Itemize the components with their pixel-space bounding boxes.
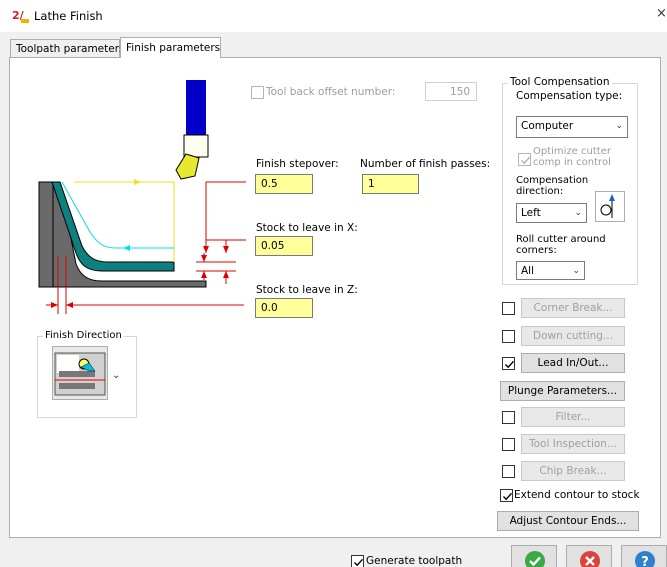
filter-button[interactable]: Filter...	[521, 407, 625, 427]
optimize-cutter-comp-checkbox[interactable]	[518, 153, 531, 166]
finish-passes-label: Number of finish passes:	[360, 158, 491, 170]
down-cutting-checkbox[interactable]	[502, 330, 515, 343]
lead-in-out-checkbox[interactable]	[502, 357, 515, 370]
ok-button[interactable]	[511, 545, 557, 567]
filter-checkbox[interactable]	[502, 411, 515, 424]
adjust-contour-ends-button[interactable]: Adjust Contour Ends...	[497, 511, 639, 531]
compensation-direction-label: Compensation direction:	[516, 175, 589, 197]
generate-toolpath-label: Generate toolpath	[366, 555, 463, 567]
tool-inspection-button[interactable]: Tool Inspection...	[521, 434, 625, 454]
finish-direction-icon	[54, 352, 106, 396]
tool-back-offset-label: Tool back offset number:	[266, 86, 396, 98]
cancel-button[interactable]	[566, 545, 612, 567]
cancel-x-icon	[580, 551, 600, 567]
roll-cutter-label: Roll cutter around corners:	[516, 234, 606, 256]
stock-z-input[interactable]: 0.0	[255, 298, 313, 318]
chip-break-button[interactable]: Chip Break...	[521, 461, 625, 481]
help-button[interactable]: ?	[621, 545, 667, 567]
checkmark-icon	[525, 551, 545, 567]
extend-contour-label: Extend contour to stock	[514, 489, 640, 501]
down-cutting-button[interactable]: Down cutting...	[521, 326, 625, 346]
help-question-icon: ?	[635, 551, 655, 567]
plunge-parameters-button[interactable]: Plunge Parameters...	[500, 381, 625, 401]
chevron-down-icon: ⌄	[572, 266, 580, 276]
compensation-type-select[interactable]: Computer ⌄	[516, 116, 628, 138]
finish-diagram	[38, 80, 246, 314]
chevron-down-icon[interactable]: ⌄	[112, 370, 120, 381]
chevron-down-icon: ⌄	[574, 208, 582, 218]
tool-insert-shape	[175, 153, 200, 180]
stock-x-label: Stock to leave in X:	[256, 222, 358, 234]
window-title: Lathe Finish	[34, 9, 103, 23]
corner-break-checkbox[interactable]	[502, 302, 515, 315]
tab-toolpath-parameters[interactable]: Toolpath parameters	[10, 39, 125, 58]
close-icon[interactable]: ×	[656, 6, 667, 21]
stock-z-label: Stock to leave in Z:	[256, 284, 358, 296]
generate-toolpath-checkbox[interactable]	[351, 555, 364, 567]
finish-direction-label: Finish Direction	[43, 330, 124, 341]
tool-holder-shape	[186, 80, 206, 135]
finish-passes-input[interactable]: 1	[362, 174, 419, 194]
chevron-down-icon: ⌄	[615, 121, 623, 131]
finish-direction-picker[interactable]	[52, 346, 108, 400]
tool-back-offset-checkbox[interactable]	[251, 86, 264, 99]
mastercam-logo-icon: 2/	[12, 8, 30, 24]
tool-back-offset-input[interactable]: 150	[425, 82, 477, 101]
extend-contour-checkbox[interactable]	[500, 489, 513, 502]
tool-inspection-checkbox[interactable]	[502, 438, 515, 451]
optimize-cutter-comp-label: Optimize cutter comp in control	[533, 146, 611, 168]
tool-compensation-label: Tool Compensation	[508, 76, 612, 88]
tab-finish-parameters[interactable]: Finish parameters	[120, 37, 221, 58]
stock-x-input[interactable]: 0.05	[255, 236, 313, 256]
compensation-type-label: Compensation type:	[516, 90, 623, 102]
roll-cutter-select[interactable]: All ⌄	[516, 261, 585, 280]
corner-break-button[interactable]: Corner Break...	[521, 298, 625, 318]
lead-in-out-button[interactable]: Lead In/Out...	[521, 353, 625, 373]
compensation-direction-icon	[595, 191, 625, 222]
finish-stepover-label: Finish stepover:	[256, 158, 339, 170]
tool-body-shape	[183, 134, 209, 158]
svg-text:?: ?	[641, 555, 649, 567]
finish-stepover-input[interactable]: 0.5	[255, 174, 313, 194]
compensation-direction-select[interactable]: Left ⌄	[516, 203, 587, 223]
chip-break-checkbox[interactable]	[502, 465, 515, 478]
